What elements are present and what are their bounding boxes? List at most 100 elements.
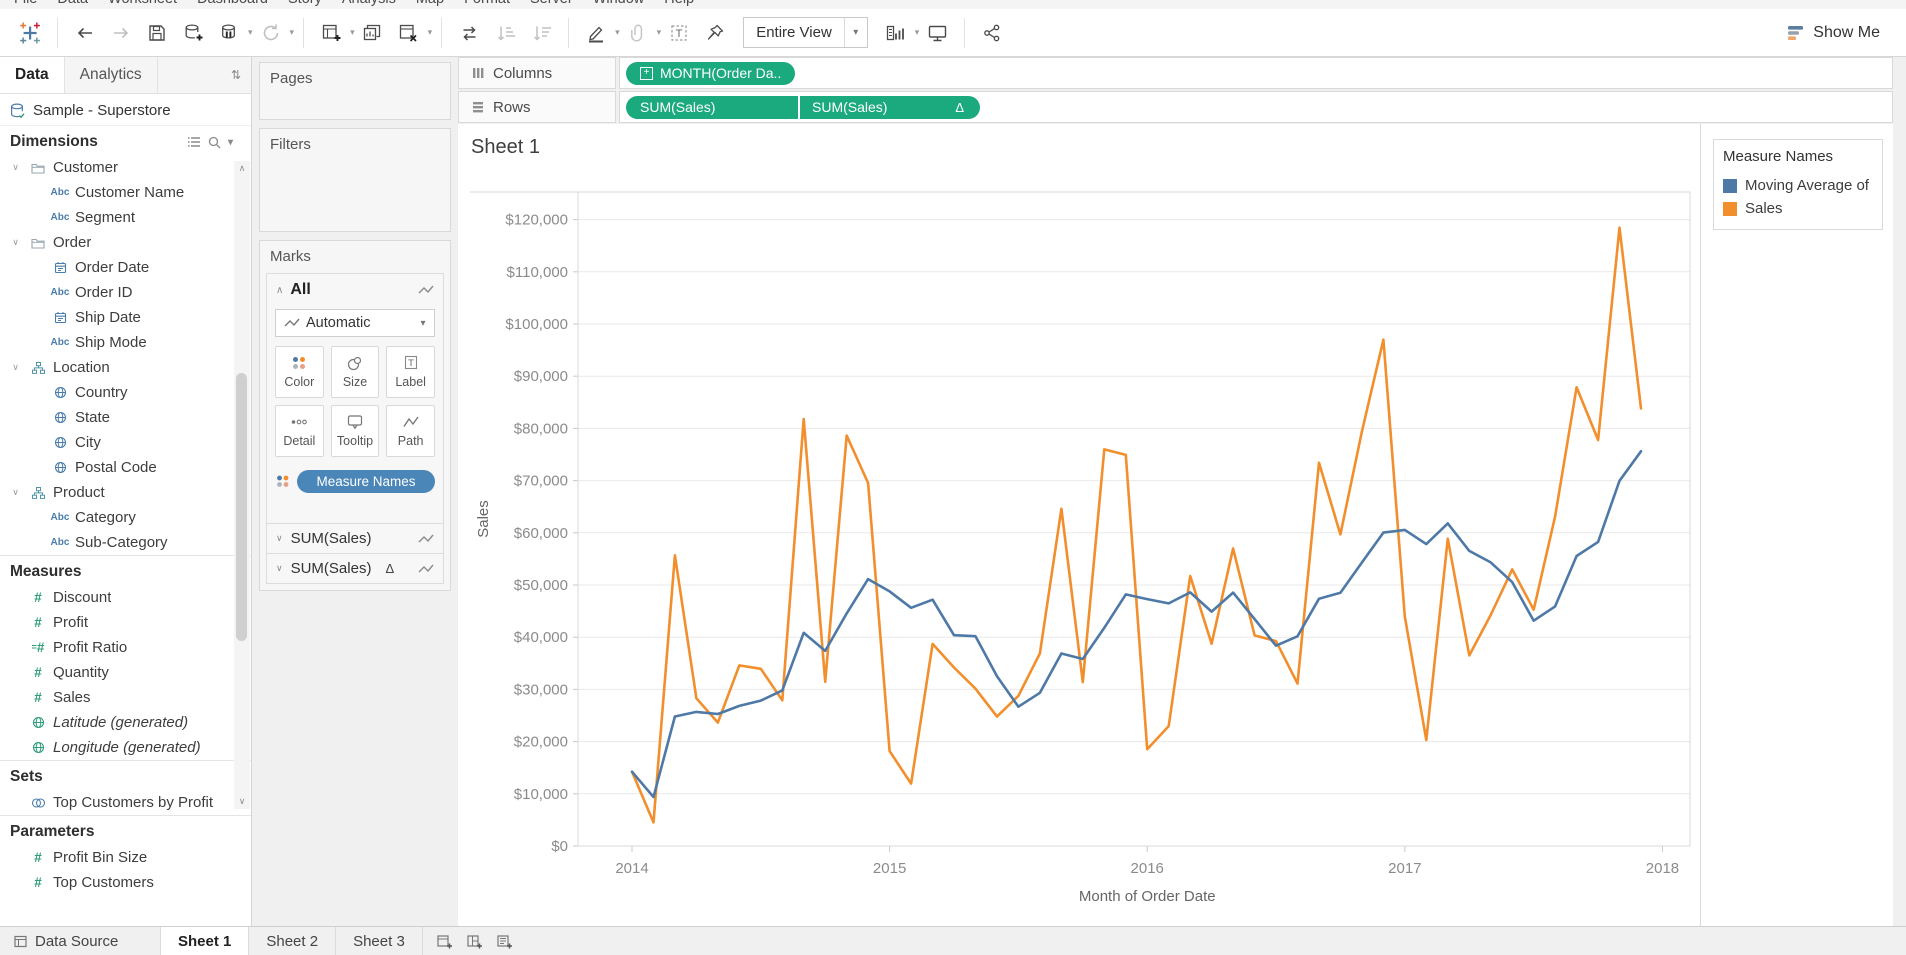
menu-map[interactable]: Map <box>406 0 454 9</box>
menu-dashboard[interactable]: Dashboard <box>187 0 278 9</box>
search-icon[interactable] <box>208 136 221 149</box>
tab-analytics[interactable]: Analytics <box>65 57 158 93</box>
field-top-customers[interactable]: #Top Customers <box>0 870 251 895</box>
marks-all-header[interactable]: ∧ All <box>267 274 443 303</box>
mark-card-sum-sales-2[interactable]: ∨ SUM(Sales) Δ <box>267 553 443 583</box>
scrollbar-thumb[interactable] <box>236 373 247 641</box>
group-members-icon[interactable] <box>623 16 653 50</box>
field-location[interactable]: ∨Location <box>0 355 251 380</box>
menu-server[interactable]: Server <box>520 0 583 9</box>
pin-icon[interactable] <box>700 16 730 50</box>
presentation-mode-icon[interactable] <box>922 16 952 50</box>
data-pane-scrollbar[interactable]: ∧ ∨ <box>234 161 250 809</box>
menu-file[interactable]: File <box>4 0 47 9</box>
new-worksheet-caret[interactable]: ▾ <box>350 27 355 38</box>
tree-chevron-icon[interactable]: ∨ <box>8 362 23 373</box>
new-story-tab-icon[interactable] <box>497 934 513 949</box>
show-mark-labels-caret[interactable]: ▾ <box>915 27 920 38</box>
field-profit-ratio[interactable]: =#Profit Ratio <box>0 635 251 660</box>
mark-card-sum-sales-1[interactable]: ∨ SUM(Sales) <box>267 523 443 553</box>
field-segment[interactable]: AbcSegment <box>0 205 251 230</box>
legend-item-sales[interactable]: Sales <box>1723 197 1873 220</box>
menu-help[interactable]: Help <box>654 0 704 9</box>
field-discount[interactable]: #Discount <box>0 585 251 610</box>
expand-icon[interactable]: ∨ <box>276 563 283 574</box>
duplicate-sheet-icon[interactable] <box>358 16 388 50</box>
menu-data[interactable]: Data <box>47 0 98 9</box>
menu-format[interactable]: Format <box>454 0 520 9</box>
new-worksheet-tab-icon[interactable] <box>437 934 453 949</box>
mark-type-select[interactable]: Automatic ▾ <box>275 309 435 337</box>
rows-shelf[interactable]: SUM(Sales) SUM(Sales) Δ <box>619 91 1893 123</box>
measure-names-legend[interactable]: Measure Names Moving Average of Sa..Sale… <box>1713 139 1883 230</box>
dimensions-menu-caret[interactable]: ▾ <box>228 137 233 148</box>
field-customer-name[interactable]: AbcCustomer Name <box>0 180 251 205</box>
menu-story[interactable]: Story <box>278 0 332 9</box>
show-me-button[interactable]: Show Me <box>1787 24 1894 42</box>
show-mark-labels-icon[interactable] <box>881 16 911 50</box>
detail-button[interactable]: Detail <box>275 405 324 457</box>
pages-shelf[interactable]: Pages <box>259 62 451 120</box>
pill-month-order-date[interactable]: + MONTH(Order Da.. <box>626 62 795 85</box>
measure-names-pill[interactable]: Measure Names <box>297 470 435 493</box>
fit-selector[interactable]: Entire View ▾ <box>743 17 868 48</box>
sort-ascending-icon[interactable] <box>490 16 520 50</box>
find-field-icon[interactable]: ⇅ <box>221 57 251 93</box>
field-order-date[interactable]: Order Date <box>0 255 251 280</box>
new-data-source-icon[interactable] <box>178 16 208 50</box>
tooltip-button[interactable]: Tooltip <box>331 405 380 457</box>
field-sub-category[interactable]: AbcSub-Category <box>0 530 251 555</box>
mark-type-caret[interactable]: ▾ <box>412 310 434 336</box>
sheet-tab-sheet-3[interactable]: Sheet 3 <box>336 927 423 955</box>
menu-worksheet[interactable]: Worksheet <box>98 0 187 9</box>
size-button[interactable]: Size <box>331 346 380 398</box>
field-latitude-generated[interactable]: Latitude (generated) <box>0 710 251 735</box>
tree-chevron-icon[interactable]: ∨ <box>8 162 23 173</box>
highlight-caret[interactable]: ▾ <box>615 27 620 38</box>
path-button[interactable]: Path <box>386 405 435 457</box>
field-ship-date[interactable]: Ship Date <box>0 305 251 330</box>
field-product[interactable]: ∨Product <box>0 480 251 505</box>
field-state[interactable]: State <box>0 405 251 430</box>
menu-analysis[interactable]: Analysis <box>332 0 406 9</box>
pill-sum-sales-1[interactable]: SUM(Sales) <box>626 96 798 119</box>
sheet-tab-sheet-1[interactable]: Sheet 1 <box>160 927 249 955</box>
clear-sheet-icon[interactable] <box>394 16 424 50</box>
field-profit[interactable]: #Profit <box>0 610 251 635</box>
scroll-down-icon[interactable]: ∨ <box>234 796 250 807</box>
color-button[interactable]: Color <box>275 346 324 398</box>
forward-icon[interactable] <box>106 16 136 50</box>
pill-sum-sales-2[interactable]: SUM(Sales) Δ <box>800 96 980 119</box>
field-order[interactable]: ∨Order <box>0 230 251 255</box>
field-top-customers-by-profit[interactable]: Top Customers by Profit <box>0 790 251 815</box>
highlight-icon[interactable] <box>581 16 611 50</box>
field-order-id[interactable]: AbcOrder ID <box>0 280 251 305</box>
expand-pill-icon[interactable]: + <box>640 67 653 80</box>
tree-chevron-icon[interactable]: ∨ <box>8 487 23 498</box>
field-customer[interactable]: ∨Customer <box>0 155 251 180</box>
collapse-icon[interactable]: ∧ <box>276 285 283 296</box>
group-members-caret[interactable]: ▾ <box>657 27 662 38</box>
expand-icon[interactable]: ∨ <box>276 533 283 544</box>
field-ship-mode[interactable]: AbcShip Mode <box>0 330 251 355</box>
data-source-connection[interactable]: Sample - Superstore <box>0 94 251 126</box>
columns-shelf[interactable]: + MONTH(Order Da.. <box>619 57 1893 89</box>
chart-svg[interactable]: $0$10,000$20,000$30,000$40,000$50,000$60… <box>458 124 1700 926</box>
field-profit-bin-size[interactable]: #Profit Bin Size <box>0 845 251 870</box>
sheet-tab-sheet-2[interactable]: Sheet 2 <box>249 927 336 955</box>
swap-rows-columns-icon[interactable] <box>454 16 484 50</box>
field-country[interactable]: Country <box>0 380 251 405</box>
clear-sheet-caret[interactable]: ▾ <box>428 27 433 38</box>
share-icon[interactable] <box>977 16 1007 50</box>
new-worksheet-icon[interactable] <box>316 16 346 50</box>
scroll-up-icon[interactable]: ∧ <box>234 163 250 174</box>
fit-selector-caret[interactable]: ▾ <box>844 18 867 47</box>
sort-descending-icon[interactable] <box>526 16 556 50</box>
field-city[interactable]: City <box>0 430 251 455</box>
data-source-tab[interactable]: Data Source <box>0 927 160 955</box>
filters-shelf[interactable]: Filters <box>259 128 451 232</box>
label-button[interactable]: TLabel <box>386 346 435 398</box>
field-quantity[interactable]: #Quantity <box>0 660 251 685</box>
refresh-caret[interactable]: ▾ <box>290 27 295 38</box>
tab-data[interactable]: Data <box>0 57 65 93</box>
